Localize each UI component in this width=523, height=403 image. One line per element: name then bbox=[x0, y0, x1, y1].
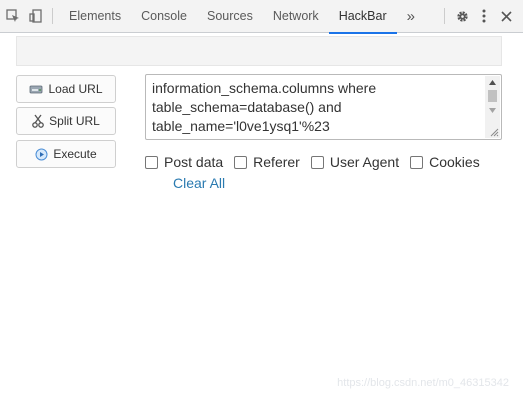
execute-label: Execute bbox=[53, 147, 97, 161]
scroll-up-arrow-icon[interactable] bbox=[485, 76, 500, 88]
resize-grip-icon[interactable] bbox=[489, 127, 499, 137]
referer-label: Referer bbox=[253, 154, 300, 170]
toolbar-divider bbox=[444, 8, 445, 24]
checkbox-box[interactable] bbox=[310, 155, 324, 169]
options-row: Post data Referer User Agent Cookies bbox=[145, 154, 491, 170]
clear-all-link[interactable]: Clear All bbox=[173, 175, 225, 191]
play-icon bbox=[35, 148, 48, 160]
drive-icon bbox=[30, 85, 43, 94]
more-options-icon[interactable] bbox=[473, 0, 495, 33]
split-url-label: Split URL bbox=[49, 114, 100, 128]
post-data-label: Post data bbox=[164, 154, 224, 170]
load-url-label: Load URL bbox=[48, 82, 103, 96]
tab-elements[interactable]: Elements bbox=[59, 0, 131, 33]
load-url-button[interactable]: Load URL bbox=[16, 75, 116, 103]
url-textarea[interactable]: information_schema.columns where table_s… bbox=[145, 74, 502, 140]
user-agent-label: User Agent bbox=[329, 154, 400, 170]
textarea-line: table_name='l0ve1ysq1'%23 bbox=[152, 118, 330, 134]
more-tabs-button[interactable]: » bbox=[397, 0, 425, 33]
cookies-label: Cookies bbox=[429, 154, 480, 170]
cookies-checkbox[interactable]: Cookies bbox=[410, 154, 480, 170]
execute-button[interactable]: Execute bbox=[16, 140, 116, 168]
watermark-text: https://blog.csdn.net/m0_46315342 bbox=[337, 377, 509, 389]
textarea-line: table_schema=database() and bbox=[152, 99, 342, 115]
checkbox-box[interactable] bbox=[234, 155, 248, 169]
referer-checkbox[interactable]: Referer bbox=[234, 154, 300, 170]
post-data-checkbox[interactable]: Post data bbox=[145, 154, 223, 170]
scrollbar-thumb[interactable] bbox=[488, 90, 497, 102]
user-agent-checkbox[interactable]: User Agent bbox=[310, 154, 400, 170]
tab-hackbar[interactable]: HackBar bbox=[328, 0, 397, 34]
toolbar-divider bbox=[52, 8, 53, 24]
device-toolbar-icon[interactable] bbox=[26, 0, 46, 33]
tab-network[interactable]: Network bbox=[263, 0, 329, 33]
split-url-button[interactable]: Split URL bbox=[16, 107, 116, 135]
devtools-toolbar: Elements Console Sources Network HackBar… bbox=[0, 0, 523, 34]
tab-sources[interactable]: Sources bbox=[197, 0, 263, 33]
scissors-icon bbox=[32, 114, 45, 128]
textarea-line: information_schema.columns where bbox=[152, 80, 377, 96]
close-icon[interactable] bbox=[495, 0, 517, 33]
tab-console[interactable]: Console bbox=[131, 0, 197, 33]
scroll-down-arrow-icon[interactable] bbox=[485, 104, 500, 116]
settings-gear-icon[interactable] bbox=[451, 0, 473, 33]
url-input[interactable] bbox=[16, 36, 502, 66]
checkbox-box[interactable] bbox=[145, 155, 158, 169]
inspect-element-icon[interactable] bbox=[0, 0, 26, 33]
checkbox-box[interactable] bbox=[410, 155, 424, 169]
